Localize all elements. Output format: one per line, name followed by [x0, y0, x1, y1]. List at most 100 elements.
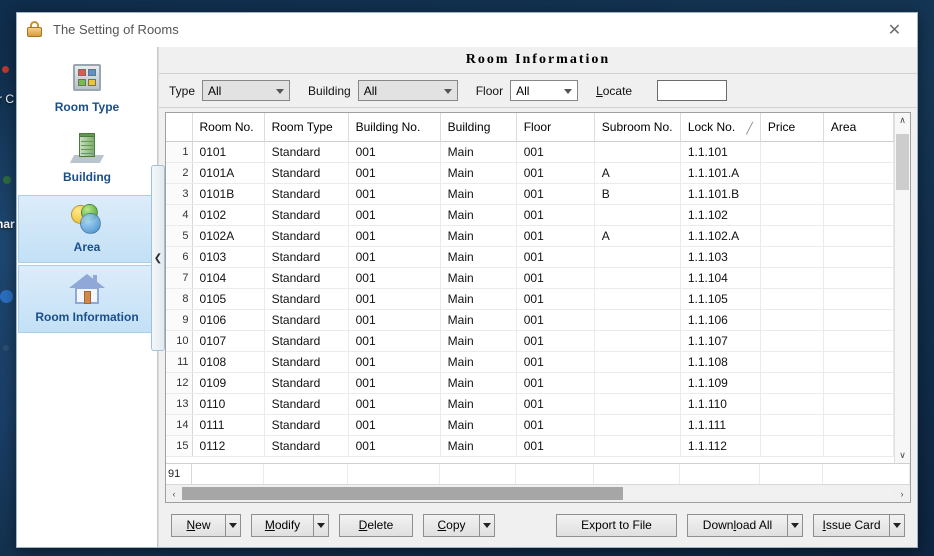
cell-price[interactable]: [760, 288, 823, 309]
cell-area[interactable]: [823, 414, 893, 435]
cell-building[interactable]: Main: [440, 204, 516, 225]
cell-room-no[interactable]: 0112: [192, 435, 264, 456]
cell-subroom-no[interactable]: B: [594, 183, 680, 204]
column-header-floor[interactable]: Floor: [516, 113, 594, 141]
modify-dropdown-arrow[interactable]: [313, 514, 329, 537]
cell-room-no[interactable]: 0108: [192, 351, 264, 372]
cell-floor[interactable]: 001: [516, 372, 594, 393]
issue-card-dropdown-arrow[interactable]: [889, 514, 905, 537]
locate-input[interactable]: [657, 80, 727, 101]
table-row[interactable]: 50102AStandard001Main001A1.1.102.A: [166, 225, 894, 246]
copy-button[interactable]: Copy: [423, 514, 479, 537]
cell-floor[interactable]: 001: [516, 183, 594, 204]
column-header-room-no[interactable]: Room No.: [192, 113, 264, 141]
table-row[interactable]: 70104Standard001Main0011.1.104: [166, 267, 894, 288]
cell-price[interactable]: [760, 183, 823, 204]
building-select[interactable]: All: [358, 80, 458, 101]
column-header-subroom-no[interactable]: Subroom No.: [594, 113, 680, 141]
cell-subroom-no[interactable]: [594, 204, 680, 225]
cell-area[interactable]: [823, 288, 893, 309]
table-row[interactable]: 120109Standard001Main0011.1.109: [166, 372, 894, 393]
cell-building-no[interactable]: 001: [348, 309, 440, 330]
cell-building[interactable]: Main: [440, 309, 516, 330]
new-button[interactable]: New: [171, 514, 225, 537]
scroll-right-icon[interactable]: ›: [894, 485, 910, 502]
cell-building[interactable]: Main: [440, 351, 516, 372]
cell-subroom-no[interactable]: A: [594, 225, 680, 246]
sidebar-collapse-handle[interactable]: ❮: [151, 165, 165, 351]
cell-building-no[interactable]: 001: [348, 141, 440, 162]
cell-building-no[interactable]: 001: [348, 330, 440, 351]
cell-price[interactable]: [760, 414, 823, 435]
cell-room-no[interactable]: 0110: [192, 393, 264, 414]
cell-price[interactable]: [760, 246, 823, 267]
cell-lock-no[interactable]: 1.1.101.B: [680, 183, 760, 204]
horizontal-scrollbar[interactable]: ‹ ›: [166, 484, 910, 502]
column-header-room-type[interactable]: Room Type: [264, 113, 348, 141]
cell-building-no[interactable]: 001: [348, 393, 440, 414]
cell-building-no[interactable]: 001: [348, 267, 440, 288]
cell-building[interactable]: Main: [440, 393, 516, 414]
cell-building[interactable]: Main: [440, 288, 516, 309]
table-row[interactable]: 90106Standard001Main0011.1.106: [166, 309, 894, 330]
cell-price[interactable]: [760, 162, 823, 183]
cell-building[interactable]: Main: [440, 183, 516, 204]
table-row[interactable]: 100107Standard001Main0011.1.107: [166, 330, 894, 351]
cell-room-no[interactable]: 0102: [192, 204, 264, 225]
cell-area[interactable]: [823, 330, 893, 351]
cell-subroom-no[interactable]: [594, 435, 680, 456]
cell-subroom-no[interactable]: [594, 246, 680, 267]
cell-floor[interactable]: 001: [516, 162, 594, 183]
cell-subroom-no[interactable]: [594, 393, 680, 414]
cell-subroom-no[interactable]: [594, 414, 680, 435]
cell-room-type[interactable]: Standard: [264, 267, 348, 288]
cell-floor[interactable]: 001: [516, 309, 594, 330]
type-select[interactable]: All: [202, 80, 290, 101]
cell-building[interactable]: Main: [440, 330, 516, 351]
cell-lock-no[interactable]: 1.1.110: [680, 393, 760, 414]
cell-room-type[interactable]: Standard: [264, 393, 348, 414]
cell-room-no[interactable]: 0106: [192, 309, 264, 330]
delete-button[interactable]: Delete: [339, 514, 413, 537]
cell-room-type[interactable]: Standard: [264, 288, 348, 309]
copy-dropdown-arrow[interactable]: [479, 514, 495, 537]
cell-building-no[interactable]: 001: [348, 351, 440, 372]
cell-area[interactable]: [823, 204, 893, 225]
cell-price[interactable]: [760, 435, 823, 456]
cell-lock-no[interactable]: 1.1.112: [680, 435, 760, 456]
cell-price[interactable]: [760, 330, 823, 351]
cell-floor[interactable]: 001: [516, 267, 594, 288]
cell-subroom-no[interactable]: [594, 309, 680, 330]
table-row[interactable]: 20101AStandard001Main001A1.1.101.A: [166, 162, 894, 183]
cell-floor[interactable]: 001: [516, 225, 594, 246]
cell-lock-no[interactable]: 1.1.102: [680, 204, 760, 225]
cell-price[interactable]: [760, 393, 823, 414]
cell-area[interactable]: [823, 267, 893, 288]
cell-area[interactable]: [823, 393, 893, 414]
cell-floor[interactable]: 001: [516, 141, 594, 162]
cell-subroom-no[interactable]: [594, 141, 680, 162]
table-row[interactable]: 130110Standard001Main0011.1.110: [166, 393, 894, 414]
cell-room-no[interactable]: 0111: [192, 414, 264, 435]
cell-room-type[interactable]: Standard: [264, 330, 348, 351]
cell-building[interactable]: Main: [440, 246, 516, 267]
cell-floor[interactable]: 001: [516, 393, 594, 414]
cell-room-type[interactable]: Standard: [264, 225, 348, 246]
cell-lock-no[interactable]: 1.1.111: [680, 414, 760, 435]
column-header-price[interactable]: Price: [760, 113, 823, 141]
cell-room-type[interactable]: Standard: [264, 372, 348, 393]
cell-lock-no[interactable]: 1.1.101.A: [680, 162, 760, 183]
table-row[interactable]: 140111Standard001Main0011.1.111: [166, 414, 894, 435]
cell-area[interactable]: [823, 141, 893, 162]
cell-subroom-no[interactable]: [594, 351, 680, 372]
cell-building[interactable]: Main: [440, 267, 516, 288]
column-header-building-no[interactable]: Building No.: [348, 113, 440, 141]
cell-price[interactable]: [760, 225, 823, 246]
new-dropdown-arrow[interactable]: [225, 514, 241, 537]
cell-room-no[interactable]: 0105: [192, 288, 264, 309]
vertical-scrollbar[interactable]: ∧ ∨: [894, 113, 910, 463]
cell-price[interactable]: [760, 372, 823, 393]
cell-area[interactable]: [823, 162, 893, 183]
cell-room-type[interactable]: Standard: [264, 414, 348, 435]
cell-room-no[interactable]: 0101B: [192, 183, 264, 204]
